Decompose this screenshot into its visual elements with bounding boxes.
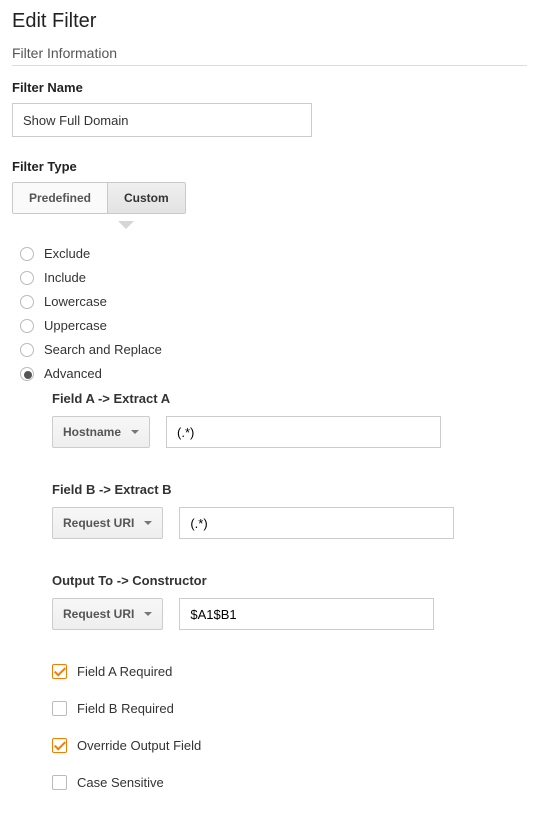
radio-lowercase-row[interactable]: Lowercase	[20, 294, 527, 309]
radio-advanced-row[interactable]: Advanced	[20, 366, 527, 381]
advanced-form: Field A -> Extract A Hostname Field B ->…	[52, 391, 527, 790]
radio-search-replace-row[interactable]: Search and Replace	[20, 342, 527, 357]
check-case-sensitive-row[interactable]: Case Sensitive	[52, 775, 527, 790]
radio-icon	[20, 295, 34, 309]
filter-type-label: Filter Type	[12, 159, 527, 174]
checkbox-icon	[52, 701, 67, 716]
field-b-row: Request URI	[52, 507, 527, 539]
check-field-a-required-row[interactable]: Field A Required	[52, 664, 527, 679]
field-b-title: Field B -> Extract B	[52, 482, 527, 497]
filter-type-tabs: Predefined Custom	[12, 182, 186, 214]
page-title: Edit Filter	[12, 10, 527, 33]
field-b-select-label: Request URI	[63, 516, 134, 530]
checkbox-icon	[52, 664, 67, 679]
radio-icon	[20, 247, 34, 261]
field-a-row: Hostname	[52, 416, 527, 448]
check-override-output-label: Override Output Field	[77, 738, 201, 753]
output-row: Request URI	[52, 598, 527, 630]
field-b-input[interactable]	[179, 507, 454, 539]
check-override-output-row[interactable]: Override Output Field	[52, 738, 527, 753]
section-divider	[12, 65, 527, 66]
check-field-a-required-label: Field A Required	[77, 664, 172, 679]
caret-down-icon	[144, 521, 152, 525]
radio-exclude-row[interactable]: Exclude	[20, 246, 527, 261]
caret-down-icon	[131, 430, 139, 434]
output-input[interactable]	[179, 598, 434, 630]
radio-include-label: Include	[44, 270, 86, 285]
field-a-select-label: Hostname	[63, 425, 121, 439]
radio-search-replace-label: Search and Replace	[44, 342, 162, 357]
radio-uppercase-row[interactable]: Uppercase	[20, 318, 527, 333]
caret-down-icon	[144, 612, 152, 616]
checkbox-icon	[52, 775, 67, 790]
check-field-b-required-row[interactable]: Field B Required	[52, 701, 527, 716]
filter-name-block: Filter Name	[12, 80, 527, 137]
output-select[interactable]: Request URI	[52, 598, 163, 630]
radio-uppercase-label: Uppercase	[44, 318, 107, 333]
radio-icon	[20, 271, 34, 285]
field-a-select[interactable]: Hostname	[52, 416, 150, 448]
field-a-title: Field A -> Extract A	[52, 391, 527, 406]
filter-type-radio-list: Exclude Include Lowercase Uppercase Sear…	[20, 246, 527, 381]
tab-predefined[interactable]: Predefined	[13, 183, 107, 213]
filter-name-label: Filter Name	[12, 80, 527, 95]
check-case-sensitive-label: Case Sensitive	[77, 775, 164, 790]
radio-lowercase-label: Lowercase	[44, 294, 107, 309]
tab-pointer-icon	[12, 222, 527, 236]
radio-advanced-label: Advanced	[44, 366, 102, 381]
output-title: Output To -> Constructor	[52, 573, 527, 588]
filter-name-input[interactable]	[12, 103, 312, 137]
radio-icon	[20, 319, 34, 333]
output-select-label: Request URI	[63, 607, 134, 621]
radio-include-row[interactable]: Include	[20, 270, 527, 285]
radio-icon	[20, 343, 34, 357]
check-field-b-required-label: Field B Required	[77, 701, 174, 716]
radio-icon	[20, 367, 34, 381]
filter-type-block: Filter Type Predefined Custom Exclude In…	[12, 159, 527, 790]
advanced-checks: Field A Required Field B Required Overri…	[52, 664, 527, 790]
field-a-input[interactable]	[166, 416, 441, 448]
tab-custom[interactable]: Custom	[107, 183, 185, 213]
filter-information-label: Filter Information	[12, 45, 527, 61]
radio-exclude-label: Exclude	[44, 246, 90, 261]
field-b-select[interactable]: Request URI	[52, 507, 163, 539]
checkbox-icon	[52, 738, 67, 753]
